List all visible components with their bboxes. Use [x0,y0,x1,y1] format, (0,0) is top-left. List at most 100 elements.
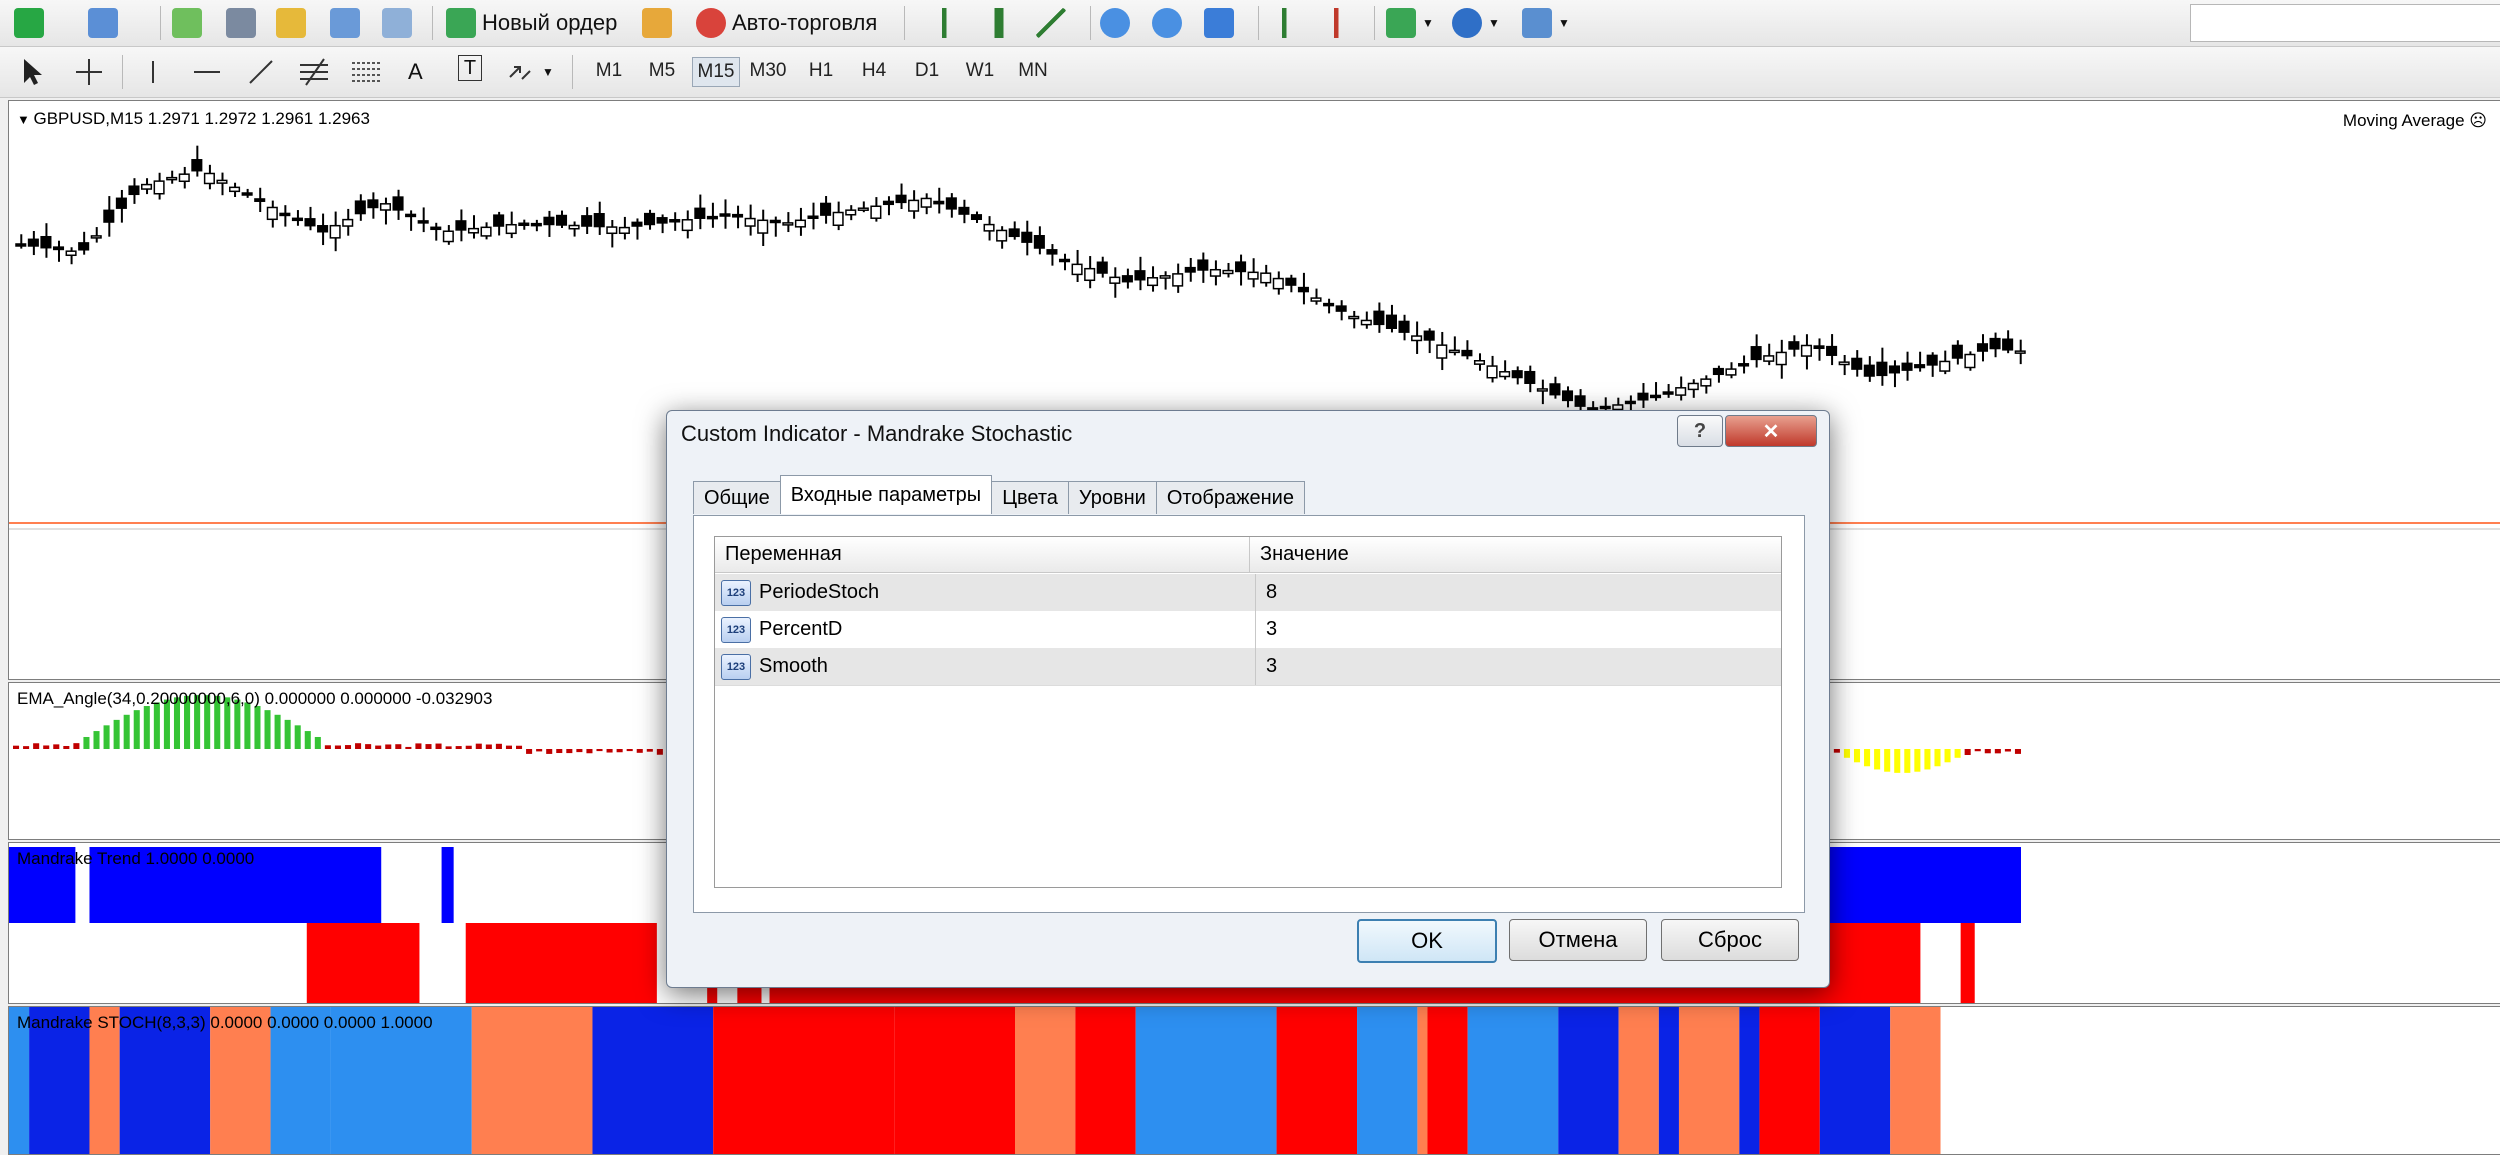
strategy-tester-icon[interactable] [382,6,412,40]
candle [430,222,442,241]
candle [291,210,303,226]
ema-bar [1954,749,1961,758]
auto-trading-button[interactable]: Авто-торговля [696,6,877,40]
candle [1876,347,1888,386]
candle [1411,321,1423,354]
search-input[interactable] [2190,4,2500,42]
ema-bar [556,749,563,754]
candle [166,170,178,184]
timeframe-m15-button[interactable]: M15 [692,57,740,87]
new-order-button[interactable]: Новый ордер [446,6,617,40]
param-row[interactable]: 123 Smooth 3 [715,648,1781,686]
ema-bar [244,702,251,749]
help-button[interactable]: ? [1677,415,1723,447]
zoom-in-icon[interactable] [1100,6,1130,40]
candle [1738,355,1750,374]
market-watch-icon[interactable] [172,6,202,40]
indicators-icon[interactable]: ▼ [1386,6,1434,40]
trendline-icon[interactable] [246,55,276,89]
tab-2[interactable]: Цвета [991,481,1069,514]
candle [1134,256,1146,291]
candle [1675,376,1687,401]
tile-windows-icon[interactable] [1204,6,1234,40]
timeframe-h1-button[interactable]: H1 [798,57,844,85]
column-header-value[interactable]: Значение [1249,537,1781,573]
chart-shift-icon[interactable] [1322,6,1352,40]
tab-3[interactable]: Уровни [1067,481,1157,514]
ema-bar [1964,749,1971,755]
navigator-icon[interactable] [276,6,306,40]
timeframe-h4-button[interactable]: H4 [851,57,897,85]
candle [870,197,882,222]
periods-icon[interactable]: ▼ [1452,6,1500,40]
ema-bar [365,744,372,749]
candlestick-icon[interactable] [984,6,1014,40]
candle [719,199,731,229]
candle [354,194,366,221]
chart-symbol-info: ▼ GBPUSD,M15 1.2971 1.2972 1.2961 1.2963 [17,109,370,128]
ema-bar [606,749,613,753]
ema-bar [616,749,623,753]
candle [178,166,190,189]
param-row[interactable]: 123 PercentD 3 [715,611,1781,649]
mandrake-stoch-pane[interactable]: Mandrake STOCH(8,3,3) 0.0000 0.0000 0.00… [8,1006,2500,1155]
close-button[interactable]: ✕ [1725,415,1817,447]
candle [1297,272,1309,305]
param-value[interactable]: 3 [1255,648,1277,685]
candle [40,223,52,258]
tab-0[interactable]: Общие [693,481,781,514]
ema-bar [73,743,80,749]
ema-bar [546,749,553,754]
column-header-variable[interactable]: Переменная [715,537,1249,573]
trend-down-bar [1960,923,1975,1003]
ema-bar [586,749,593,754]
crosshair-icon[interactable] [74,55,104,89]
candle [1033,226,1045,255]
timeframe-mn-button[interactable]: MN [1010,57,1056,85]
ema-bar [284,719,291,749]
candle [1046,244,1058,266]
text-icon[interactable]: A [408,55,423,89]
stoch-bar [1678,1007,1740,1154]
timeframe-m30-button[interactable]: M30 [745,57,791,85]
cursor-icon[interactable] [20,55,44,89]
param-value[interactable]: 8 [1255,574,1277,611]
candle [1851,350,1863,377]
stoch-bar [592,1007,714,1154]
profiles-icon[interactable] [88,6,118,40]
fibonacci-icon[interactable] [298,55,332,89]
vertical-line-icon[interactable] [146,55,160,89]
new-chart-icon[interactable] [14,6,44,40]
expert-advisor-label: Moving Average ☹ [2342,111,2487,130]
timeframe-d1-button[interactable]: D1 [904,57,950,85]
text-label-icon[interactable]: T [458,55,482,81]
horizontal-line-icon[interactable] [192,55,222,89]
autoscroll-icon[interactable] [1270,6,1300,40]
param-value[interactable]: 3 [1255,611,1277,648]
bar-chart-icon[interactable] [930,6,960,40]
reset-button[interactable]: Сброс [1661,919,1799,961]
candle [618,216,630,240]
timeframe-w1-button[interactable]: W1 [957,57,1003,85]
ema-bar [656,749,663,755]
candle [1763,343,1775,366]
metaeditor-icon[interactable] [642,6,672,40]
timeframe-m5-button[interactable]: M5 [639,57,685,85]
cancel-button[interactable]: Отмена [1509,919,1647,961]
line-chart-icon[interactable] [1036,6,1066,40]
zoom-out-icon[interactable] [1152,6,1182,40]
tab-4[interactable]: Отображение [1155,481,1305,514]
param-row[interactable]: 123 PeriodeStoch 8 [715,574,1781,612]
templates-icon[interactable]: ▼ [1522,6,1570,40]
fibo-fan-icon[interactable] [350,55,384,89]
terminal-icon[interactable] [330,6,360,40]
tab-1[interactable]: Входные параметры [779,475,993,514]
ema-bar [1994,749,2001,754]
arrows-icon[interactable]: ▼ [506,55,554,89]
data-window-icon[interactable] [226,6,256,40]
numeric-type-icon: 123 [721,579,751,606]
ok-button[interactable]: OK [1357,919,1497,963]
candle [1750,334,1762,368]
timeframe-m1-button[interactable]: M1 [586,57,632,85]
stoch-bar [1890,1007,1941,1154]
